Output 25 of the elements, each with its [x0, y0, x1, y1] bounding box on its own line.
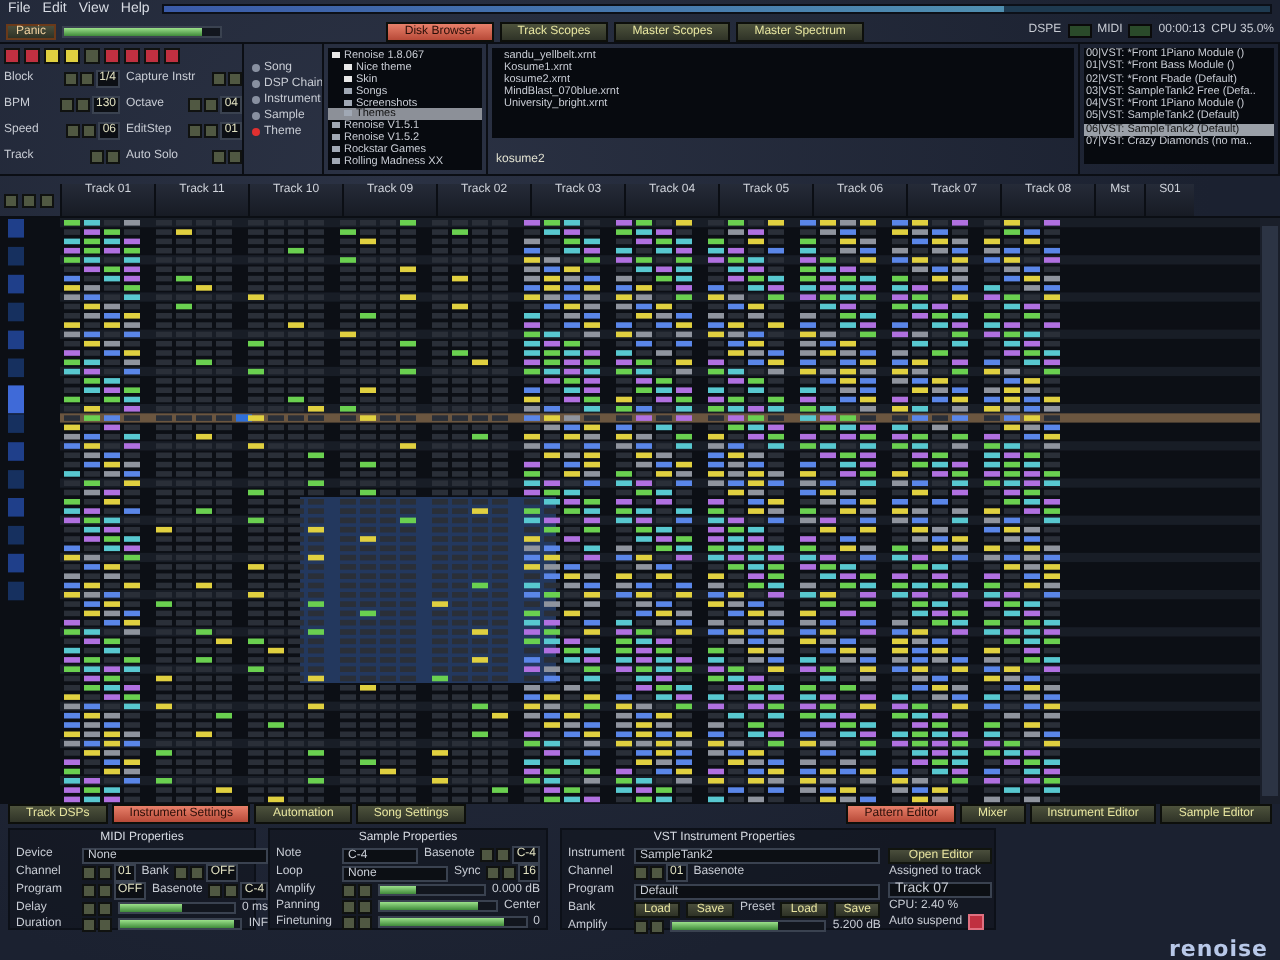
- decrease-button[interactable]: [174, 866, 189, 881]
- midi-led-icon: [1128, 24, 1153, 38]
- radio-dot[interactable]: [252, 96, 260, 104]
- increase-button[interactable]: [650, 866, 664, 881]
- slider-track[interactable]: [118, 902, 237, 915]
- slider-track[interactable]: [378, 900, 498, 913]
- decrease-button[interactable]: [634, 919, 648, 934]
- radio-dot[interactable]: [252, 80, 260, 88]
- logo-text: renoise: [1168, 937, 1268, 959]
- decrease-button[interactable]: [634, 866, 648, 881]
- checkbox[interactable]: [968, 914, 985, 931]
- increase-button[interactable]: [650, 919, 664, 934]
- radio-dot[interactable]: [252, 64, 260, 72]
- increase-button[interactable]: [224, 884, 239, 899]
- radio-dot[interactable]: [252, 128, 260, 136]
- slider-track[interactable]: [378, 916, 528, 929]
- slider-track[interactable]: [62, 25, 223, 37]
- song-position-bar[interactable]: [161, 4, 1272, 14]
- slider-track[interactable]: [670, 920, 827, 933]
- decrease-button[interactable]: [208, 884, 223, 899]
- dsp-led-icon: [1067, 24, 1092, 38]
- slider-track[interactable]: [378, 884, 486, 897]
- increase-button[interactable]: [190, 866, 205, 881]
- slider-track[interactable]: [118, 918, 243, 931]
- radio-dot[interactable]: [252, 112, 260, 120]
